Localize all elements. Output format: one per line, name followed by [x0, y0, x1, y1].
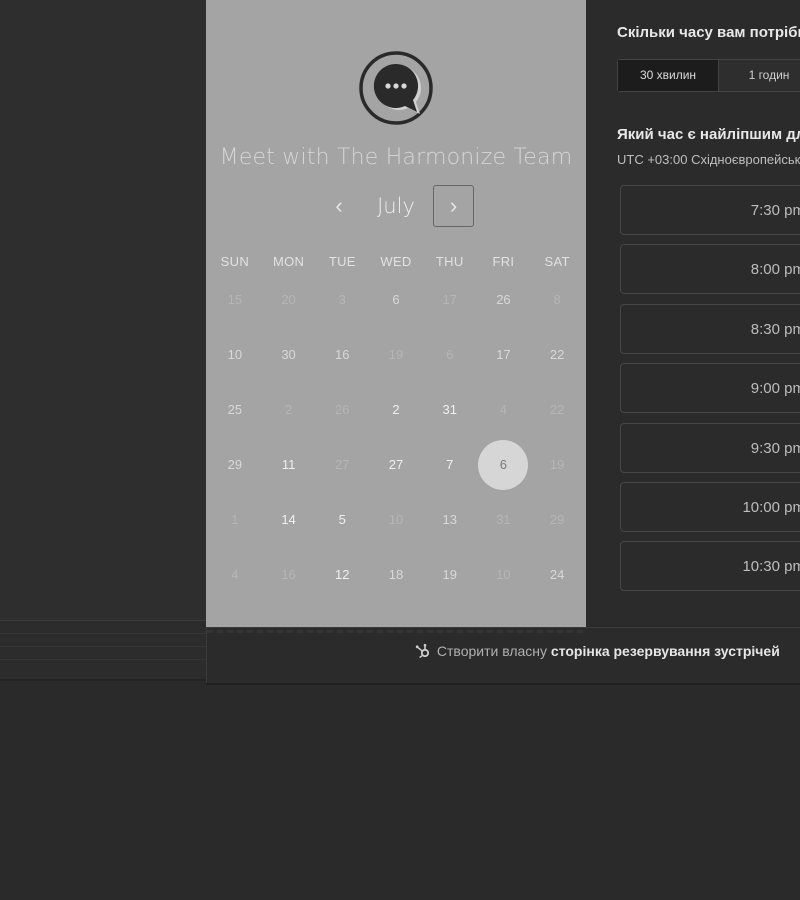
calendar-day[interactable]: 2: [262, 382, 316, 437]
duration-30-min-button[interactable]: 30 хвилин: [618, 60, 719, 91]
prev-month-button[interactable]: ‹: [324, 185, 354, 227]
timezone-selector[interactable]: UTC +03:00 Східноєвропейський час: [617, 152, 800, 167]
time-slot[interactable]: 8:00 pm: [620, 244, 800, 295]
create-booking-page-link[interactable]: Створити власну сторінка резервування зу…: [415, 643, 780, 659]
calendar-day[interactable]: 27: [315, 437, 369, 492]
weekday-header: SUN MON TUE WED THU FRI SAT: [208, 254, 584, 274]
time-slot[interactable]: 10:30 pm: [620, 541, 800, 592]
calendar-day[interactable]: 13: [423, 492, 477, 547]
meeting-title: Meet with The Harmonize Team: [219, 145, 573, 170]
duration-question: Скільки часу вам потрібно?: [617, 24, 800, 41]
weekday-mon: MON: [272, 254, 305, 269]
calendar-day[interactable]: 29: [208, 437, 262, 492]
chat-bubble-icon: [359, 48, 433, 125]
calendar-day[interactable]: 26: [315, 382, 369, 437]
calendar-day[interactable]: 22: [530, 327, 584, 382]
calendar-day[interactable]: 15: [208, 272, 262, 327]
footer-divider: [207, 630, 587, 633]
calendar-day[interactable]: 19: [423, 547, 477, 602]
time-slot[interactable]: 10:00 pm: [620, 481, 800, 532]
time-slot-list: 7:30 pm 8:00 pm 8:30 pm 9:00 pm 9:30 pm …: [620, 185, 800, 601]
calendar-day[interactable]: 17: [423, 272, 477, 327]
calendar-day[interactable]: 30: [262, 327, 316, 382]
calendar-day[interactable]: 16: [262, 547, 316, 602]
calendar-day[interactable]: 6: [369, 272, 423, 327]
background-strip: [0, 620, 206, 681]
calendar-day[interactable]: 2: [369, 382, 423, 437]
calendar-day[interactable]: 4: [477, 382, 531, 437]
calendar-day[interactable]: 10: [369, 492, 423, 547]
calendar-day[interactable]: 18: [369, 547, 423, 602]
footer-link-prefix: Створити власну: [436, 643, 548, 659]
booking-panel: Скільки часу вам потрібно? 30 хвилин 1 г…: [586, 0, 800, 627]
weekday-wed: WED: [380, 254, 412, 269]
month-navigation: ‹ July ›: [206, 185, 586, 229]
time-slot[interactable]: 8:30 pm: [620, 303, 800, 354]
weekday-thu: THU: [435, 254, 464, 269]
calendar-day[interactable]: 19: [369, 327, 423, 382]
time-question: Який час є найліпшим для вас?: [617, 126, 800, 143]
calendar-day[interactable]: 6: [423, 327, 477, 382]
calendar-day[interactable]: 8: [530, 272, 584, 327]
calendar-day[interactable]: 14: [262, 492, 316, 547]
calendar-day[interactable]: 22: [530, 382, 584, 437]
footer-link-strong: сторінка резервування зустрічей: [550, 643, 780, 659]
duration-toggle: 30 хвилин 1 годин: [617, 59, 800, 92]
calendar-day[interactable]: 5: [315, 492, 369, 547]
time-slot[interactable]: 7:30 pm: [620, 185, 800, 235]
calendar-day[interactable]: 17: [477, 327, 531, 382]
calendar-day[interactable]: 27: [369, 437, 423, 492]
weekday-sun: SUN: [220, 254, 250, 269]
next-month-button[interactable]: ›: [433, 185, 474, 227]
calendar-day[interactable]: 24: [530, 547, 584, 602]
calendar-day[interactable]: 19: [530, 437, 584, 492]
calendar-day[interactable]: 1: [208, 492, 262, 547]
calendar-day[interactable]: 16: [315, 327, 369, 382]
calendar-day[interactable]: 25: [208, 382, 262, 437]
calendar-day[interactable]: 3: [315, 272, 369, 327]
month-label: July: [377, 194, 415, 218]
calendar-days-grid: 15 20 3 6 17 26 8 10 30 16 19 6 17 22 25 2 26 2 31 4 22 29 11 2…: [208, 272, 584, 602]
background-left: [0, 0, 206, 620]
calendar-day[interactable]: 10: [208, 327, 262, 382]
calendar-day[interactable]: 20: [262, 272, 316, 327]
calendar-day[interactable]: 31: [423, 382, 477, 437]
calendar-panel: Meet with The Harmonize Team ‹ July › SU…: [206, 0, 586, 627]
selected-date-cell[interactable]: 6: [477, 437, 531, 492]
weekday-sat: SAT: [544, 254, 570, 269]
duration-1-hour-button[interactable]: 1 годин: [719, 60, 800, 91]
hubspot-sprocket-icon: [415, 643, 430, 659]
weekday-fri: FRI: [492, 254, 515, 269]
weekday-tue: TUE: [328, 254, 356, 269]
calendar-day[interactable]: 4: [208, 547, 262, 602]
selected-date-label: 6: [478, 439, 529, 490]
time-slot[interactable]: 9:00 pm: [620, 363, 800, 414]
calendar-day[interactable]: 10: [477, 547, 531, 602]
calendar-day[interactable]: 31: [477, 492, 531, 547]
calendar-day[interactable]: 26: [477, 272, 531, 327]
calendar-day[interactable]: 11: [262, 437, 316, 492]
calendar-day[interactable]: 29: [530, 492, 584, 547]
calendar-day[interactable]: 12: [315, 547, 369, 602]
time-slot[interactable]: 9:30 pm: [620, 422, 800, 473]
calendar-day[interactable]: 7: [423, 437, 477, 492]
footer-bar: Створити власну сторінка резервування зу…: [206, 627, 800, 683]
